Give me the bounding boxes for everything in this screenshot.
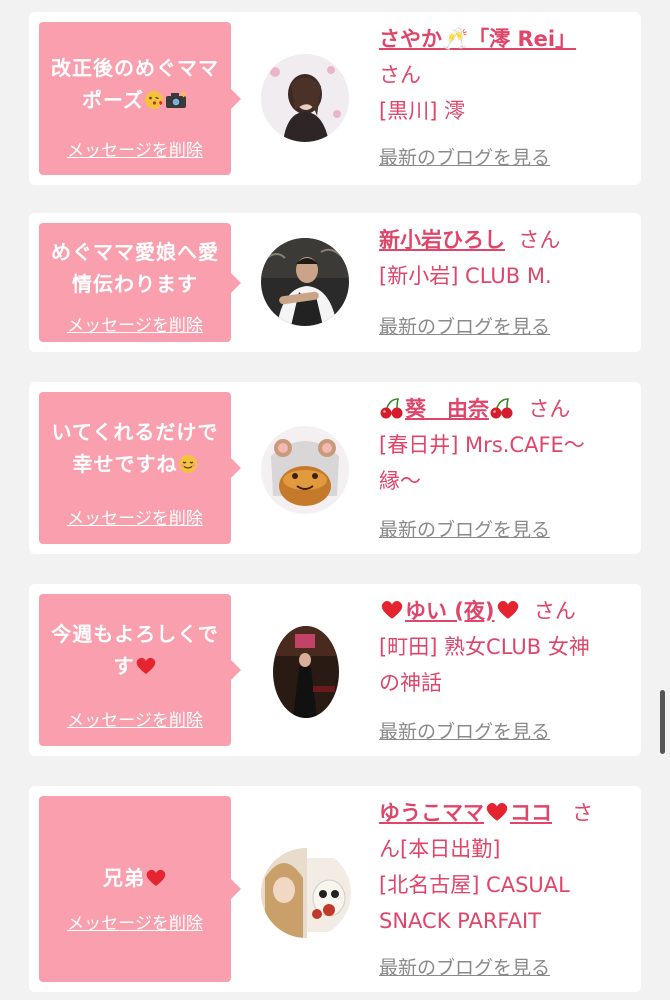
message-card: 改正後のめぐママ ポーズ メッセージを削除 さやか🥂「澪 Rei」 さん [黒川… [29, 12, 641, 185]
scrollbar[interactable] [660, 690, 665, 754]
message-card: 今週もよろしくで す メッセージを削除 ゆい (夜) さん [町田] 熟女CLU… [29, 584, 641, 756]
shop-label: [春日井] Mrs.CAFE〜 縁〜 [379, 433, 585, 493]
message-bubble: 今週もよろしくで す メッセージを削除 [39, 594, 241, 746]
cherries-icon [379, 391, 405, 427]
latest-blog-link[interactable]: 最新のブログを見る [379, 515, 550, 542]
message-text: めぐママ愛娘へ愛 情伝わります [51, 240, 219, 296]
red-heart-icon [145, 862, 167, 894]
sender-name-link[interactable]: 新小岩ひろし [379, 228, 505, 252]
avatar[interactable] [273, 626, 339, 718]
cherries-icon [489, 391, 515, 427]
sender-name-link[interactable]: 葵 由奈 [379, 397, 515, 421]
shop-label: [新小岩] CLUB M. [379, 264, 552, 288]
honorific: さん [518, 228, 561, 252]
message-card: めぐママ愛娘へ愛 情伝わります メッセージを削除 新小岩ひろし さん [新小岩]… [29, 213, 641, 352]
delete-message-link[interactable]: メッセージを削除 [39, 706, 231, 731]
message-text: 兄弟 [45, 862, 225, 894]
delete-message-link[interactable]: メッセージを削除 [39, 504, 231, 529]
latest-blog-link[interactable]: 最新のブログを見る [379, 312, 550, 339]
delete-message-link[interactable]: メッセージを削除 [39, 136, 231, 161]
attendance-status: ん[本日出勤] [379, 837, 501, 861]
delete-message-link[interactable]: メッセージを削除 [39, 909, 231, 934]
message-card: 兄弟 メッセージを削除 ゆうこママ ココ さ ん[本日出勤] [北名古屋] CA… [29, 786, 641, 992]
sender-info: さやか🥂「澪 Rei」 さん [黒川] 澪 [379, 21, 627, 129]
camera-flash-icon [164, 84, 188, 116]
latest-blog-link[interactable]: 最新のブログを見る [379, 143, 550, 170]
red-heart-icon [135, 650, 157, 682]
message-card: いてくれるだけで 幸せですね メッセージを削除 葵 由奈 さん [春日井] Mr… [29, 382, 641, 554]
shop-label: [黒川] 澪 [379, 99, 466, 123]
latest-blog-link[interactable]: 最新のブログを見る [379, 953, 550, 980]
message-bubble: 兄弟 メッセージを削除 [39, 796, 241, 982]
message-text: 改正後のめぐママ ポーズ [45, 52, 225, 116]
sender-name-link[interactable]: ゆうこママ ココ [379, 801, 552, 825]
relieved-face-icon [178, 448, 198, 480]
latest-blog-link[interactable]: 最新のブログを見る [379, 717, 550, 744]
sender-name-link[interactable]: さやか🥂「澪 Rei」 [379, 27, 576, 51]
message-bubble: いてくれるだけで 幸せですね メッセージを削除 [39, 392, 241, 544]
red-heart-icon [484, 795, 510, 831]
honorific: さん [533, 599, 576, 623]
message-bubble: めぐママ愛娘へ愛 情伝わります メッセージを削除 [39, 223, 241, 342]
sender-name-link[interactable]: ゆい (夜) [379, 599, 521, 623]
red-heart-icon [379, 593, 405, 629]
kissing-face-icon [144, 84, 164, 116]
avatar[interactable] [261, 54, 349, 142]
sender-info: 葵 由奈 さん [春日井] Mrs.CAFE〜 縁〜 [379, 391, 627, 499]
message-text: いてくれるだけで 幸せですね [45, 416, 225, 480]
avatar[interactable] [261, 426, 349, 514]
delete-message-link[interactable]: メッセージを削除 [39, 311, 231, 336]
shop-label: [町田] 熟女CLUB 女神 の神話 [379, 635, 590, 695]
red-heart-icon [495, 593, 521, 629]
honorific: さ [572, 801, 594, 825]
sender-info: 新小岩ひろし さん [新小岩] CLUB M. [379, 222, 627, 294]
avatar[interactable] [261, 238, 349, 326]
message-bubble: 改正後のめぐママ ポーズ メッセージを削除 [39, 22, 241, 175]
honorific: さん [379, 63, 421, 87]
shop-label: [北名古屋] CASUAL SNACK PARFAIT [379, 873, 570, 933]
message-text: 今週もよろしくで す [45, 618, 225, 682]
sender-info: ゆい (夜) さん [町田] 熟女CLUB 女神 の神話 [379, 593, 627, 701]
honorific: さん [528, 397, 571, 421]
avatar[interactable] [261, 848, 351, 938]
sender-info: ゆうこママ ココ さ ん[本日出勤] [北名古屋] CASUAL SNACK PAR… [379, 795, 629, 939]
